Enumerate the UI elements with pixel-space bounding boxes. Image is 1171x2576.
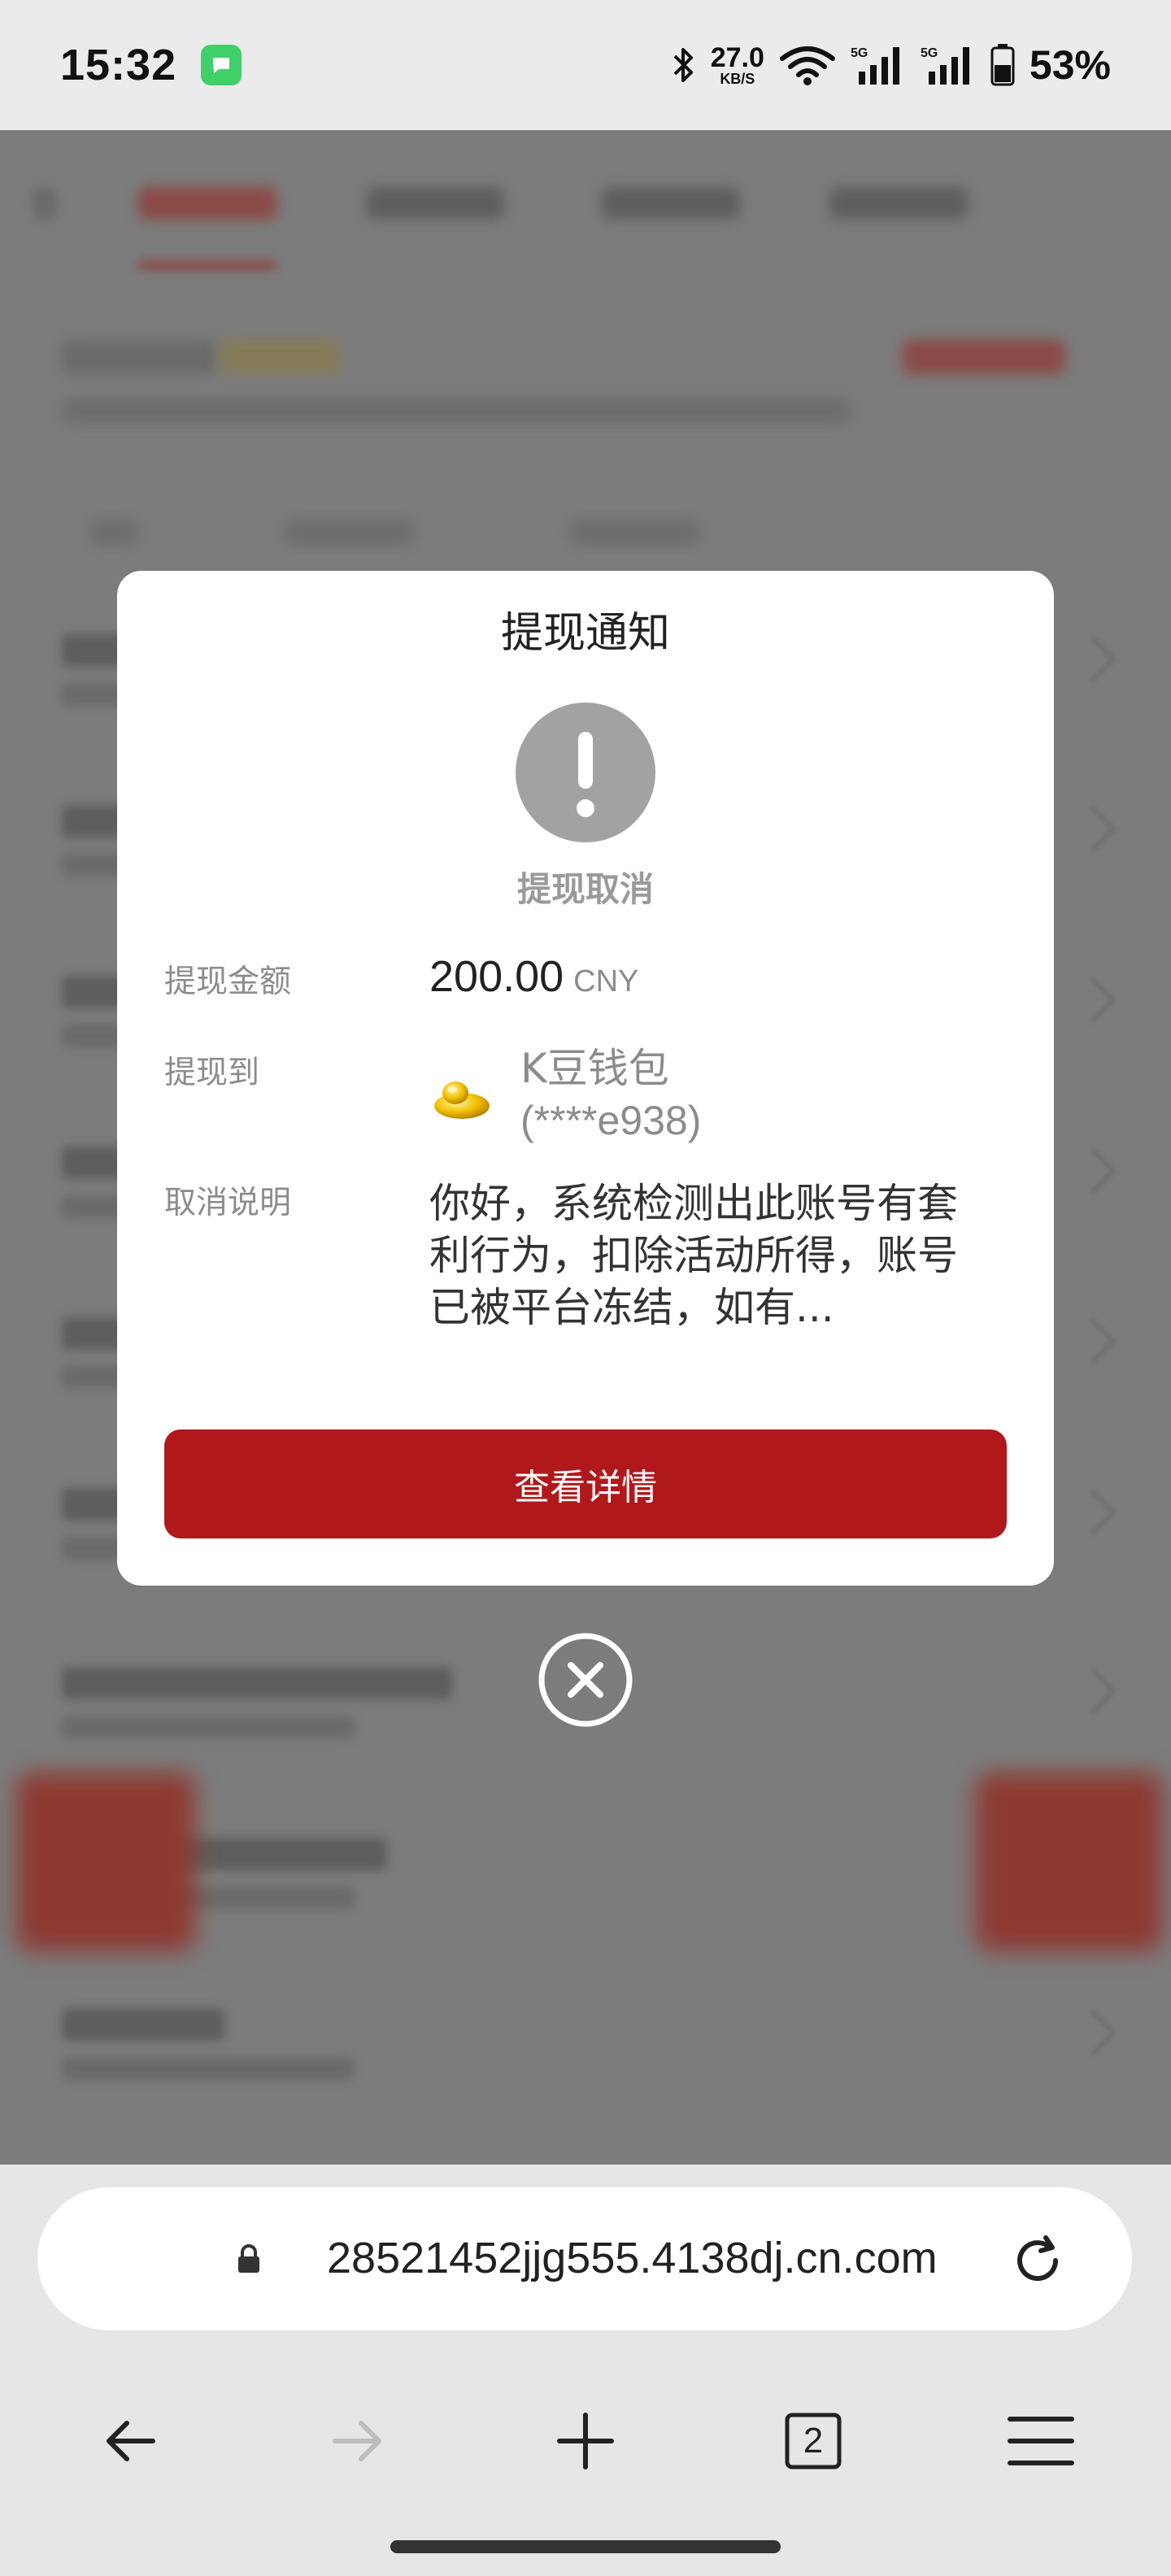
bg-placeholder bbox=[138, 187, 276, 220]
cancel-reason-text: 你好，系统检测出此账号有套利行为，扣除活动所得，账号已被平台冻结，如有... bbox=[429, 1180, 958, 1331]
forward-button[interactable] bbox=[301, 2384, 415, 2498]
bluetooth-icon bbox=[673, 48, 693, 82]
bg-placeholder bbox=[89, 520, 138, 545]
withdrawal-status: 提现取消 bbox=[516, 869, 654, 909]
menu-icon bbox=[1008, 2417, 1074, 2465]
forward-arrow-icon bbox=[333, 2421, 381, 2461]
bg-floating-promo-left bbox=[16, 1773, 195, 1952]
view-details-button[interactable]: 查看详情 bbox=[164, 1429, 1007, 1538]
messages-app-icon bbox=[201, 45, 242, 85]
gold-ingot-icon bbox=[431, 1065, 493, 1127]
status-bar: 15:32 27.0 KB/S 5G 5G 53% bbox=[0, 0, 1171, 130]
amount-value-group: 200.00 CNY bbox=[429, 951, 638, 1002]
alert-exclamation-icon bbox=[516, 703, 655, 842]
reload-icon[interactable] bbox=[1005, 2228, 1070, 2293]
network-speed: 27.0 KB/S bbox=[711, 44, 764, 86]
wallet-account: (****e938) bbox=[520, 1098, 702, 1143]
bg-list-row bbox=[62, 2000, 1117, 2090]
browser-nav-bar: 2 bbox=[0, 2384, 1171, 2498]
withdrawal-notice-dialog: 提现通知 提现取消 提现金额 200.00 CNY 提现到 K豆钱包 (****… bbox=[117, 571, 1054, 1586]
svg-text:5G: 5G bbox=[851, 46, 868, 60]
wifi-icon bbox=[779, 46, 835, 85]
bg-floating-promo-right bbox=[976, 1773, 1163, 1952]
bg-placeholder bbox=[138, 260, 276, 270]
network-speed-value: 27.0 bbox=[710, 42, 764, 73]
bg-placeholder bbox=[903, 340, 1065, 374]
bg-placeholder bbox=[62, 398, 851, 423]
amount-label: 提现金额 bbox=[164, 964, 292, 1000]
battery-percent: 53% bbox=[1029, 42, 1111, 88]
browser-toolbar: 28521452jjg555.4138dj.cn.com 2 bbox=[0, 2165, 1171, 2576]
bg-placeholder bbox=[220, 340, 342, 374]
amount-value: 200.00 bbox=[429, 952, 564, 1001]
menu-button[interactable] bbox=[984, 2384, 1098, 2498]
close-circle-icon[interactable] bbox=[537, 1631, 634, 1729]
bg-placeholder bbox=[33, 187, 57, 220]
network-speed-unit: KB/S bbox=[720, 71, 755, 87]
bg-placeholder bbox=[285, 520, 415, 545]
signal-5g-icon: 5G bbox=[851, 46, 899, 85]
status-icons: 27.0 KB/S 5G 5G 53% bbox=[672, 41, 1111, 89]
amount-currency: CNY bbox=[573, 964, 639, 999]
bg-placeholder bbox=[829, 187, 968, 220]
bg-placeholder bbox=[62, 340, 216, 374]
bg-placeholder bbox=[366, 187, 504, 220]
signal-5g-icon: 5G bbox=[921, 46, 969, 85]
address-bar[interactable]: 28521452jjg555.4138dj.cn.com bbox=[37, 2187, 1132, 2330]
bg-placeholder bbox=[569, 520, 699, 545]
bg-placeholder bbox=[602, 187, 740, 220]
cancel-reason-label: 取消说明 bbox=[164, 1185, 292, 1221]
url-text[interactable]: 28521452jjg555.4138dj.cn.com bbox=[327, 2233, 938, 2283]
wallet-name: K豆钱包 bbox=[520, 1045, 669, 1092]
dialog-title: 提现通知 bbox=[500, 609, 670, 658]
tab-count: 2 bbox=[803, 2421, 824, 2461]
new-tab-button[interactable] bbox=[529, 2384, 642, 2498]
status-time: 15:32 bbox=[60, 41, 177, 89]
new-tab-plus-icon bbox=[557, 2413, 614, 2469]
svg-text:5G: 5G bbox=[921, 46, 938, 60]
lock-icon bbox=[238, 2244, 259, 2273]
tabs-button[interactable]: 2 bbox=[756, 2384, 870, 2498]
back-button[interactable] bbox=[73, 2384, 187, 2498]
home-indicator[interactable] bbox=[390, 2540, 781, 2553]
destination-label: 提现到 bbox=[164, 1055, 260, 1091]
bg-list-row bbox=[62, 1830, 1117, 1919]
battery-icon bbox=[990, 44, 1015, 86]
back-arrow-icon bbox=[107, 2421, 155, 2461]
